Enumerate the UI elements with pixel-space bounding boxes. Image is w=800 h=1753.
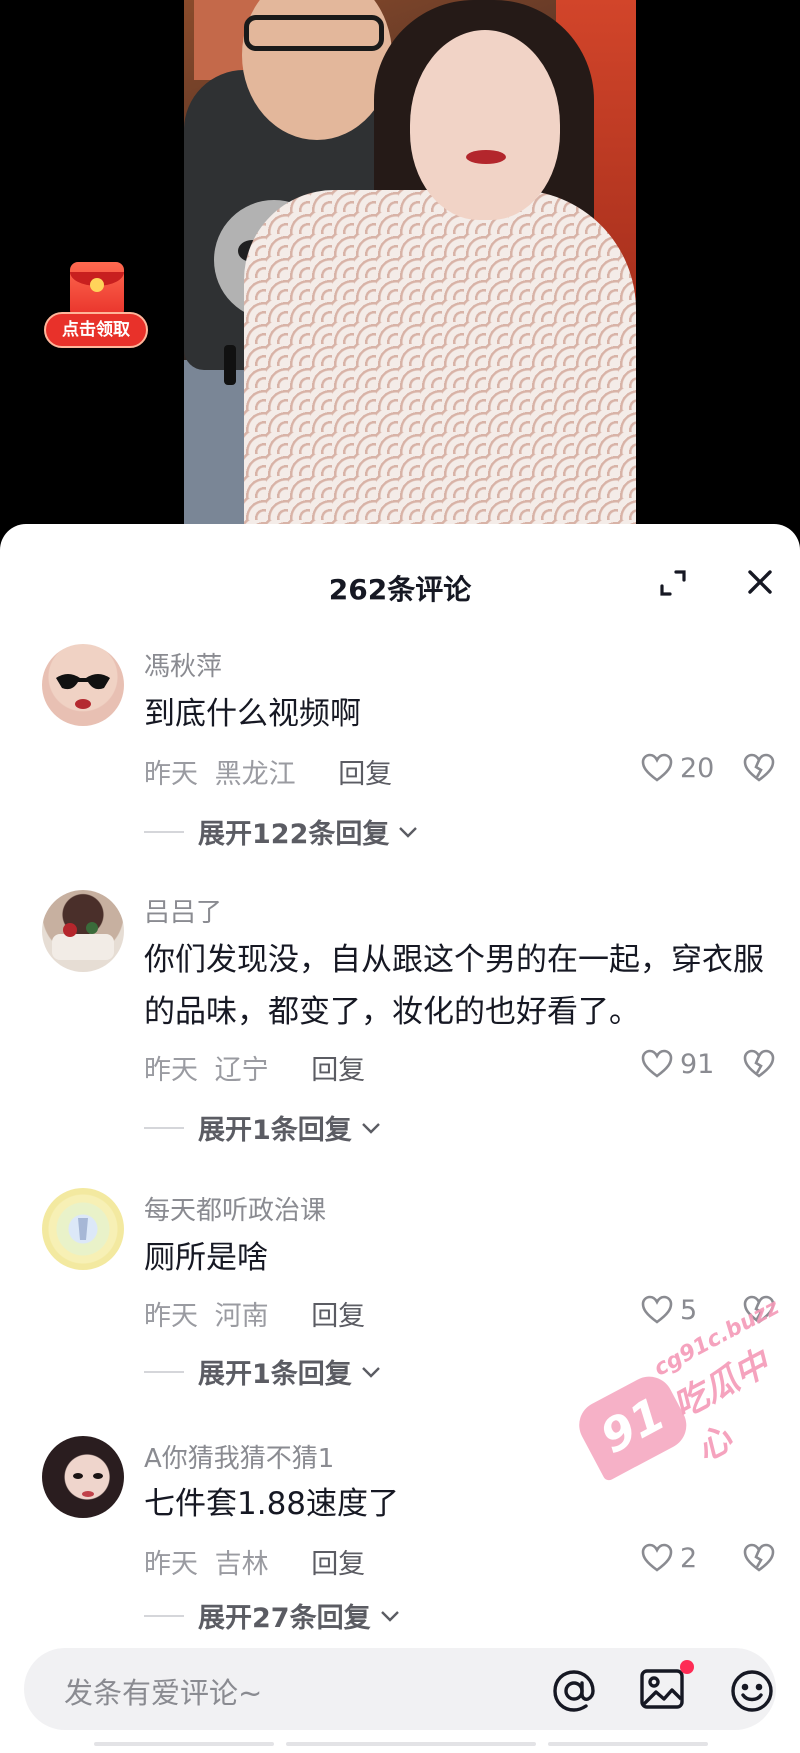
chevron-down-icon — [399, 826, 418, 838]
expand-replies-button[interactable]: 展开1条回复 — [144, 1352, 382, 1391]
comment-location: 河南 — [214, 1301, 269, 1332]
comment-username[interactable]: 每天都听政治课 — [144, 1190, 326, 1227]
glasses — [244, 15, 384, 51]
watch — [224, 345, 236, 385]
image-icon[interactable] — [638, 1666, 686, 1712]
avatar[interactable] — [42, 890, 124, 972]
comment-location: 辽宁 — [214, 1055, 269, 1086]
chevron-down-icon — [361, 1366, 380, 1378]
divider-line — [144, 1126, 184, 1129]
comment-location: 吉林 — [214, 1549, 269, 1580]
expand-replies-label: 展开1条回复 — [198, 1359, 352, 1390]
emoji-icon[interactable] — [728, 1667, 776, 1715]
dislike-icon[interactable] — [742, 1542, 776, 1574]
expand-replies-label: 展开1条回复 — [198, 1115, 352, 1146]
chevron-down-icon — [361, 1122, 380, 1134]
comment-text: 厕所是啥 — [144, 1240, 268, 1276]
heart-icon — [641, 1049, 673, 1078]
heart-icon — [641, 753, 673, 782]
heart-icon — [641, 1543, 673, 1572]
comment-username[interactable]: 馮秋萍 — [144, 646, 222, 683]
reply-button[interactable]: 回复 — [311, 1055, 365, 1086]
comment-meta: 昨天 吉林 回复 — [144, 1542, 365, 1581]
notification-dot — [680, 1660, 694, 1674]
like-button[interactable]: 2 — [640, 1541, 697, 1575]
like-button[interactable]: 20 — [640, 751, 714, 785]
woman-lips — [466, 150, 506, 164]
expand-icon[interactable] — [656, 566, 690, 600]
chevron-down-icon — [380, 1610, 399, 1622]
comment-location: 黑龙江 — [214, 759, 296, 790]
divider-line — [144, 1370, 184, 1373]
dislike-icon[interactable] — [742, 1048, 776, 1080]
video-frame[interactable] — [184, 0, 636, 540]
woman-face — [410, 30, 560, 220]
comment-meta: 昨天 河南 回复 — [144, 1294, 365, 1333]
like-button[interactable]: 91 — [640, 1047, 714, 1081]
divider-line — [144, 1614, 184, 1617]
comment-meta: 昨天 黑龙江 回复 — [144, 752, 392, 791]
like-count: 91 — [680, 1048, 715, 1080]
comment-text: 到底什么视频啊 — [144, 696, 361, 732]
at-icon[interactable] — [550, 1667, 598, 1715]
comment-time: 昨天 — [144, 1055, 198, 1086]
comment-username[interactable]: A你猜我猜不猜1 — [144, 1438, 334, 1475]
comment-text: 你们发现没，自从跟这个男的在一起，穿衣服的品味，都变了，妆化的也好看了。 — [144, 942, 764, 1030]
home-indicator — [286, 1742, 536, 1746]
expand-replies-button[interactable]: 展开122条回复 — [144, 812, 419, 851]
comment-time: 昨天 — [144, 1549, 198, 1580]
like-count: 20 — [680, 752, 715, 784]
reply-button[interactable]: 回复 — [338, 759, 392, 790]
avatar[interactable] — [42, 644, 124, 726]
expand-replies-button[interactable]: 展开27条回复 — [144, 1596, 401, 1635]
home-indicator — [548, 1742, 708, 1746]
avatar[interactable] — [42, 1188, 124, 1270]
like-count: 2 — [680, 1542, 698, 1574]
comment-meta: 昨天 辽宁 回复 — [144, 1048, 365, 1087]
woman-figure — [244, 190, 636, 540]
comment-text: 七件套1.88速度了 — [144, 1486, 400, 1522]
reply-button[interactable]: 回复 — [311, 1549, 365, 1580]
comment-input-bar[interactable]: 发条有爱评论~ — [24, 1648, 776, 1730]
coin-icon — [90, 278, 104, 292]
comment-time: 昨天 — [144, 759, 198, 790]
video-player[interactable]: 点击领取 — [0, 0, 800, 540]
comment-input-placeholder[interactable]: 发条有爱评论~ — [64, 1670, 262, 1712]
home-indicator — [94, 1742, 274, 1746]
red-packet-button[interactable]: 点击领取 — [44, 262, 148, 356]
comment-username[interactable]: 吕吕了 — [144, 892, 222, 929]
expand-replies-label: 展开122条回复 — [198, 819, 390, 850]
comment-time: 昨天 — [144, 1301, 198, 1332]
close-icon[interactable] — [742, 564, 778, 600]
dislike-icon[interactable] — [742, 752, 776, 784]
comments-sheet: 262条评论 馮秋萍 到底什么视频啊 昨天 黑龙江 回复 20 展开122条回复 — [0, 524, 800, 1753]
divider-line — [144, 830, 184, 833]
expand-replies-label: 展开27条回复 — [198, 1603, 371, 1634]
reply-button[interactable]: 回复 — [311, 1301, 365, 1332]
red-packet-label: 点击领取 — [44, 312, 148, 348]
expand-replies-button[interactable]: 展开1条回复 — [144, 1108, 382, 1147]
avatar[interactable] — [42, 1436, 124, 1518]
